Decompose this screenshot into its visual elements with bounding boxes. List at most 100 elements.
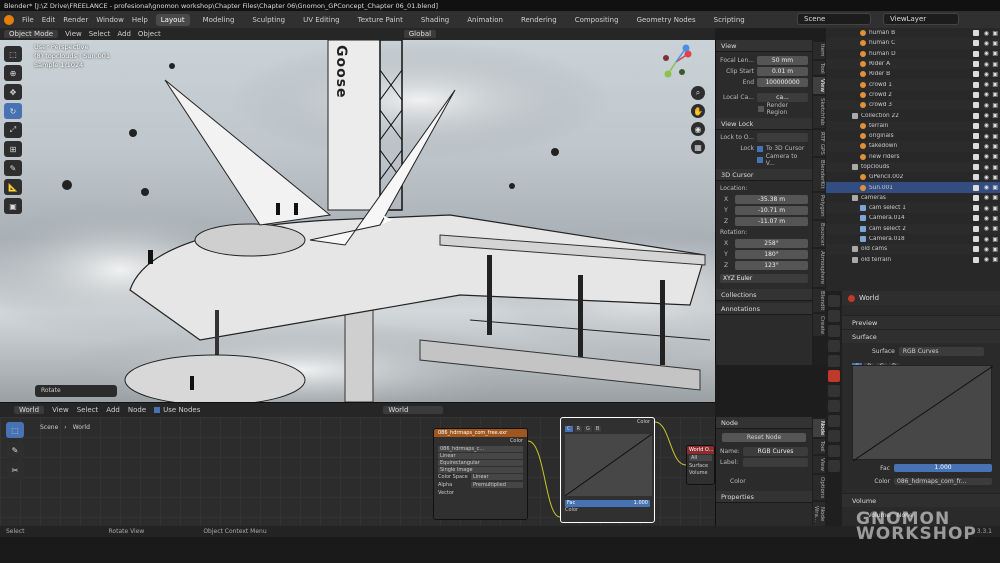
node-tab-node[interactable]: Node <box>813 419 825 438</box>
preview-section[interactable]: Preview <box>842 315 1000 329</box>
move-tool-icon[interactable]: ✥ <box>4 84 22 100</box>
cursor-y-field[interactable]: -10.71 m <box>735 206 808 215</box>
node-menu-select[interactable]: Select <box>77 406 99 414</box>
render-camera-icon[interactable]: ▣ <box>992 236 998 243</box>
view-section-header[interactable]: View <box>716 40 812 52</box>
outliner-row[interactable]: human D ◉ ▣ <box>826 49 1000 59</box>
exclude-checkbox[interactable] <box>973 225 979 232</box>
object-props-icon[interactable] <box>828 385 840 397</box>
surface-shader-field[interactable]: RGB Curves <box>898 347 984 356</box>
outliner-row[interactable]: crowd 3 ◉ ▣ <box>826 100 1000 111</box>
tab-sculpting[interactable]: Sculpting <box>247 14 290 26</box>
exclude-checkbox[interactable] <box>973 194 979 201</box>
render-camera-icon[interactable]: ▣ <box>992 102 998 109</box>
exclude-checkbox[interactable] <box>973 122 979 129</box>
navigation-gizmo[interactable] <box>658 44 694 80</box>
tab-polygon[interactable]: Polygon <box>813 192 825 219</box>
outliner-row[interactable]: old terrain ◉ ▣ <box>826 255 1000 265</box>
node-editor[interactable]: ⬚ ✎ ✂ Scene › World 086_hdrmaps_com_free.e… <box>0 417 715 526</box>
render-region-checkbox[interactable] <box>758 105 764 112</box>
cursor-z-field[interactable]: -11.07 m <box>735 217 808 226</box>
eye-icon[interactable]: ◉ <box>984 143 989 150</box>
constraints-props-icon[interactable] <box>828 430 840 442</box>
scene-selector[interactable]: Scene <box>797 13 871 25</box>
scale-tool-icon[interactable]: ⤢ <box>4 122 22 138</box>
rot-x-field[interactable]: 258° <box>735 239 808 248</box>
node-tab-node-wrangler[interactable]: Node Wra... <box>813 502 825 526</box>
last-operator-panel[interactable]: Rotate <box>35 385 117 397</box>
render-camera-icon[interactable]: ▣ <box>992 215 998 222</box>
view-layer-selector[interactable]: ViewLayer <box>883 13 959 25</box>
tab-sketchfab[interactable]: Sketchfab <box>813 96 825 128</box>
tab-uv-editing[interactable]: UV Editing <box>298 14 345 26</box>
tool-props-icon[interactable] <box>828 295 840 307</box>
render-camera-icon[interactable]: ▣ <box>992 81 998 88</box>
menu-help[interactable]: Help <box>132 16 148 24</box>
render-camera-icon[interactable]: ▣ <box>992 205 998 212</box>
outliner-row[interactable]: Rider B ◉ ▣ <box>826 69 1000 79</box>
node-channel-g[interactable]: G <box>583 425 592 432</box>
tab-scripting[interactable]: Scripting <box>709 14 750 26</box>
lock-object-field[interactable] <box>757 133 808 142</box>
collections-header[interactable]: Collections <box>716 289 812 301</box>
mode-selector[interactable]: Object Mode <box>4 30 59 38</box>
eye-icon[interactable]: ◉ <box>984 184 989 191</box>
node-name-field[interactable]: RGB Curves <box>743 447 808 456</box>
annotations-header[interactable]: Annotations <box>716 303 812 315</box>
world-datablock[interactable]: World <box>383 406 444 414</box>
tab-bouncer[interactable]: Bouncer <box>813 220 825 248</box>
clip-end-field[interactable]: 100000000 <box>757 78 808 87</box>
outliner-row[interactable]: human B ◉ ▣ <box>826 28 1000 38</box>
output-props-icon[interactable] <box>828 325 840 337</box>
projection-field[interactable]: Equirectangular <box>438 459 523 466</box>
color-space-field[interactable]: Linear <box>471 474 523 481</box>
viewport-menu-view[interactable]: View <box>65 30 82 38</box>
render-camera-icon[interactable]: ▣ <box>992 122 998 129</box>
node-tab-view[interactable]: View <box>813 456 825 474</box>
rot-z-field[interactable]: 123° <box>735 261 808 270</box>
exclude-checkbox[interactable] <box>973 40 979 47</box>
fac-slider[interactable]: 1.000 <box>894 464 992 472</box>
exclude-checkbox[interactable] <box>973 256 979 263</box>
outliner-row[interactable]: Camera.014 ◉ ▣ <box>826 213 1000 223</box>
exclude-checkbox[interactable] <box>973 81 979 88</box>
outliner-row[interactable]: Camera.018 ◉ ▣ <box>826 234 1000 244</box>
volume-section[interactable]: Volume <box>842 493 1000 507</box>
outliner-row[interactable]: Rider A ◉ ▣ <box>826 58 1000 70</box>
reset-node-button[interactable]: Reset Node <box>722 433 806 442</box>
tab-layout[interactable]: Layout <box>155 13 190 26</box>
viewport-menu-add[interactable]: Add <box>117 30 131 38</box>
exclude-checkbox[interactable] <box>973 143 979 150</box>
node-curve-graph[interactable] <box>564 433 653 497</box>
menu-edit[interactable]: Edit <box>42 16 56 24</box>
outliner-row[interactable]: topclouds ◉ ▣ <box>826 161 1000 173</box>
exclude-checkbox[interactable] <box>973 164 979 170</box>
eye-icon[interactable]: ◉ <box>984 122 989 129</box>
render-camera-icon[interactable]: ▣ <box>992 112 998 119</box>
outliner-row[interactable]: cameras ◉ ▣ <box>826 193 1000 203</box>
eye-icon[interactable]: ◉ <box>984 30 989 37</box>
render-camera-icon[interactable]: ▣ <box>992 153 998 160</box>
annotate-tool-icon[interactable]: ✎ <box>4 160 22 176</box>
node-fac-slider[interactable]: Fac 1.000 <box>565 499 650 507</box>
source-field[interactable]: Single Image <box>438 466 523 473</box>
exclude-checkbox[interactable] <box>973 112 979 119</box>
exclude-checkbox[interactable] <box>973 215 979 222</box>
tab-animation[interactable]: Animation <box>462 14 508 26</box>
menu-file[interactable]: File <box>22 16 34 24</box>
tab-create[interactable]: Create <box>813 314 825 337</box>
render-camera-icon[interactable]: ▣ <box>992 143 998 150</box>
data-props-icon[interactable] <box>828 445 840 457</box>
node-channel-b[interactable]: B <box>593 425 602 432</box>
texture-props-icon[interactable] <box>828 460 840 472</box>
eye-icon[interactable]: ◉ <box>984 225 989 232</box>
transform-tool-icon[interactable]: ⊞ <box>4 141 22 157</box>
outliner-row[interactable]: human C ◉ ▣ <box>826 38 1000 49</box>
eye-icon[interactable]: ◉ <box>984 205 989 212</box>
eye-icon[interactable]: ◉ <box>984 40 989 47</box>
outliner-row[interactable]: GPencil.002 ◉ ▣ <box>826 172 1000 182</box>
surface-section[interactable]: Surface <box>842 329 1000 343</box>
exclude-checkbox[interactable] <box>973 174 979 181</box>
node-channel-r[interactable]: R <box>574 425 582 432</box>
viewport-menu-object[interactable]: Object <box>138 30 161 38</box>
